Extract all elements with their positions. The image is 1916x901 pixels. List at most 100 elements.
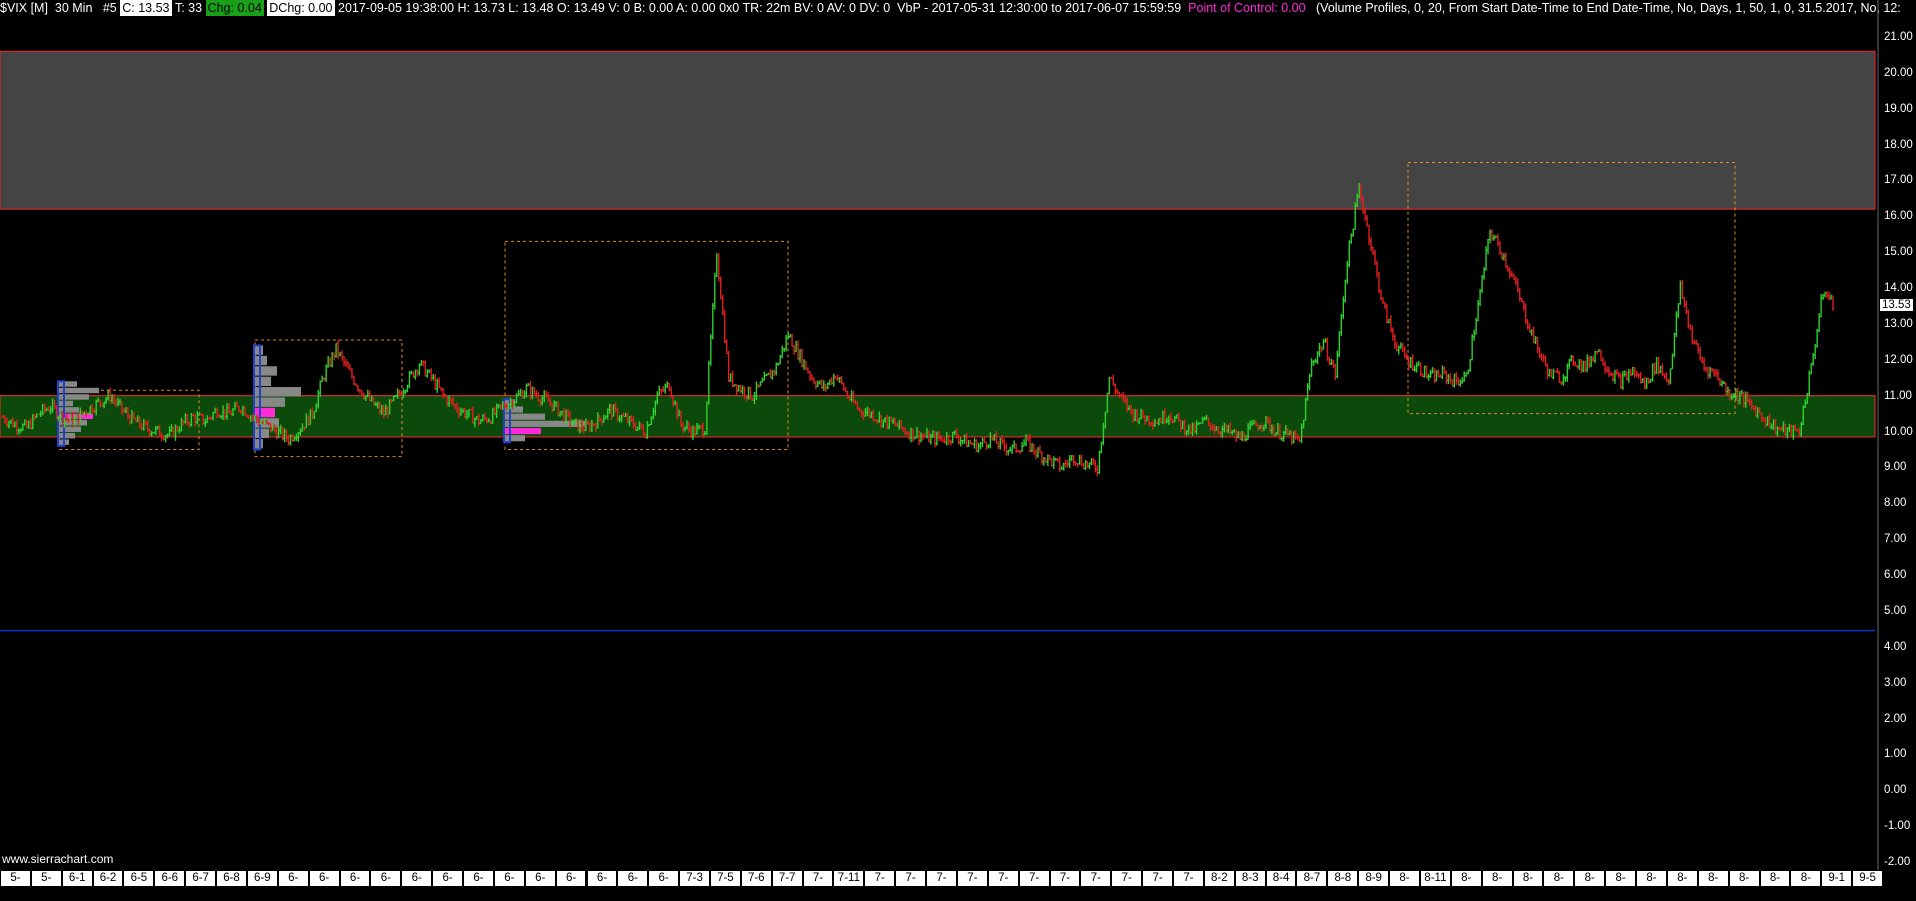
price-tick-label: 20.00 [1884, 66, 1913, 79]
profile-volume-row [255, 376, 271, 387]
time-tick-label: 8-7 [1297, 871, 1327, 886]
time-tick-label: 7-3 [680, 871, 709, 886]
price-tick-label: 17.00 [1884, 174, 1913, 187]
time-tick-label: 8-8 [1328, 871, 1358, 886]
time-tick-label: 7-17 [927, 871, 956, 899]
time-tick-label: 8-15 [1482, 871, 1512, 899]
time-tick-label: 7-11 [834, 871, 864, 886]
price-tick-label: 6.00 [1884, 569, 1907, 582]
time-tick-label: 8-30 [1760, 871, 1790, 899]
price-tick-label: 5.00 [1884, 604, 1907, 617]
time-tick-label: 5-26 [1, 871, 30, 899]
time-tick-label: 6-13 [309, 871, 339, 899]
price-tick-label: 13.00 [1884, 317, 1913, 330]
price-tick-label: 8.00 [1884, 497, 1907, 510]
price-tick-label: 11.00 [1884, 389, 1912, 402]
time-tick-label: 7-31 [1174, 871, 1203, 899]
time-tick-label: 8-14 [1451, 871, 1481, 899]
price-tick-label: 16.00 [1884, 210, 1913, 223]
time-tick-label: 6-2 [93, 871, 123, 886]
profile-volume-row [255, 387, 301, 397]
price-tick-label: 3.00 [1884, 676, 1907, 689]
time-tick-label: 8-25 [1698, 871, 1728, 899]
price-tick-label: -1.00 [1884, 820, 1911, 833]
time-tick-label: 5-30 [31, 871, 61, 899]
upper-zone [0, 50, 1876, 210]
time-tick-label: 8-16 [1513, 871, 1543, 899]
time-tick-label: 9-1 [1822, 871, 1852, 886]
time-tick-label: 6-23 [525, 871, 555, 899]
time-tick-label: 7-19 [957, 871, 987, 899]
time-tick-label: 6-12 [278, 871, 308, 899]
price-tick-label: 2.00 [1884, 712, 1907, 725]
time-tick-label: 7-12 [865, 871, 895, 899]
time-tick-label: 8-11 [1420, 871, 1450, 886]
time-tick-label: 7-14 [896, 871, 926, 899]
time-tick-label: 6-27 [587, 871, 617, 899]
time-tick-label: 7-28 [1143, 871, 1172, 899]
time-tick-label: 8-10 [1390, 871, 1419, 899]
zones [0, 50, 1876, 438]
price-tick-label: 21.00 [1884, 30, 1913, 43]
time-tick-label: 8-21 [1575, 871, 1605, 899]
price-tick-label: 7.00 [1884, 533, 1907, 546]
time-tick-label: 8-22 [1606, 871, 1636, 899]
time-tick-label: 6-21 [464, 871, 493, 899]
time-tick-label: 8-18 [1544, 871, 1574, 899]
time-tick-label: 7-7 [772, 871, 802, 886]
profile-volume-row [255, 428, 269, 439]
time-tick-label: 8-4 [1266, 871, 1296, 886]
price-chart[interactable] [0, 0, 1916, 887]
time-tick-label: 9-5 [1853, 871, 1882, 886]
profile-volume-row [59, 426, 81, 432]
price-tick-label: 10.00 [1884, 425, 1913, 438]
price-tick-label: 18.00 [1884, 138, 1913, 151]
price-tick-label: 9.00 [1884, 461, 1907, 474]
time-tick-label: 8-3 [1235, 871, 1265, 886]
last-price-tag: 13.53 [1880, 298, 1913, 311]
time-tick-label: 6-15 [371, 871, 401, 899]
price-tick-label: 0.00 [1884, 784, 1907, 797]
time-tick-label: 6-6 [155, 871, 185, 886]
profile-volume-row [59, 432, 75, 439]
time-tick-label: 7-6 [741, 871, 771, 886]
time-tick-label: 8-23 [1637, 871, 1666, 899]
time-tick-label: 6-29 [618, 871, 648, 899]
price-tick-label: 19.00 [1884, 102, 1913, 115]
time-tick-label: 7-27 [1112, 871, 1142, 899]
time-tick-label: 8-24 [1667, 871, 1697, 899]
time-tick-label: 7-25 [1050, 871, 1080, 899]
time-tick-label: 6-9 [247, 871, 277, 886]
time-tick-label: 7-26 [1081, 871, 1111, 899]
time-tick-label: 6-22 [494, 871, 524, 899]
time-tick-label: 8-9 [1359, 871, 1389, 886]
time-tick-label: 6-20 [433, 871, 463, 899]
price-tick-label: 4.00 [1884, 640, 1907, 653]
time-tick-label: 6-14 [340, 871, 370, 899]
price-tick-label: 12.00 [1884, 353, 1913, 366]
time-tick-label: 8-31 [1791, 871, 1821, 899]
time-tick-label: 6-26 [556, 871, 586, 899]
profile-volume-row [59, 400, 73, 407]
time-tick-label: 8-29 [1729, 871, 1759, 899]
time-tick-label: 7-24 [1019, 871, 1049, 899]
profile-volume-row [255, 366, 277, 376]
time-tick-label: 6-8 [217, 871, 246, 886]
price-tick-label: 15.00 [1884, 246, 1913, 259]
time-tick-label: 6-7 [186, 871, 216, 886]
time-tick-label: 6-30 [649, 871, 679, 899]
price-tick-label: 14.00 [1884, 282, 1913, 295]
price-tick-label: -2.00 [1884, 856, 1911, 868]
time-tick-label: 6-1 [62, 871, 92, 886]
time-tick-label: 8-2 [1204, 871, 1234, 886]
time-tick-label: 6-5 [124, 871, 154, 886]
time-tick-label: 6-16 [402, 871, 432, 899]
time-tick-label: 7-5 [710, 871, 740, 886]
time-tick-label: 7-10 [803, 871, 833, 899]
price-tick-label: 1.00 [1884, 748, 1907, 761]
watermark: www.sierrachart.com [2, 852, 114, 866]
time-axis[interactable]: 5-26 5-30 6-1 6-2 6-5 6-6 6-7 6-8 6-9 6-12 6-13 6-1… [0, 870, 1883, 899]
profile-volume-row [505, 435, 525, 442]
time-tick-label: 7-20 [988, 871, 1018, 899]
profile-poc-row [255, 407, 275, 418]
